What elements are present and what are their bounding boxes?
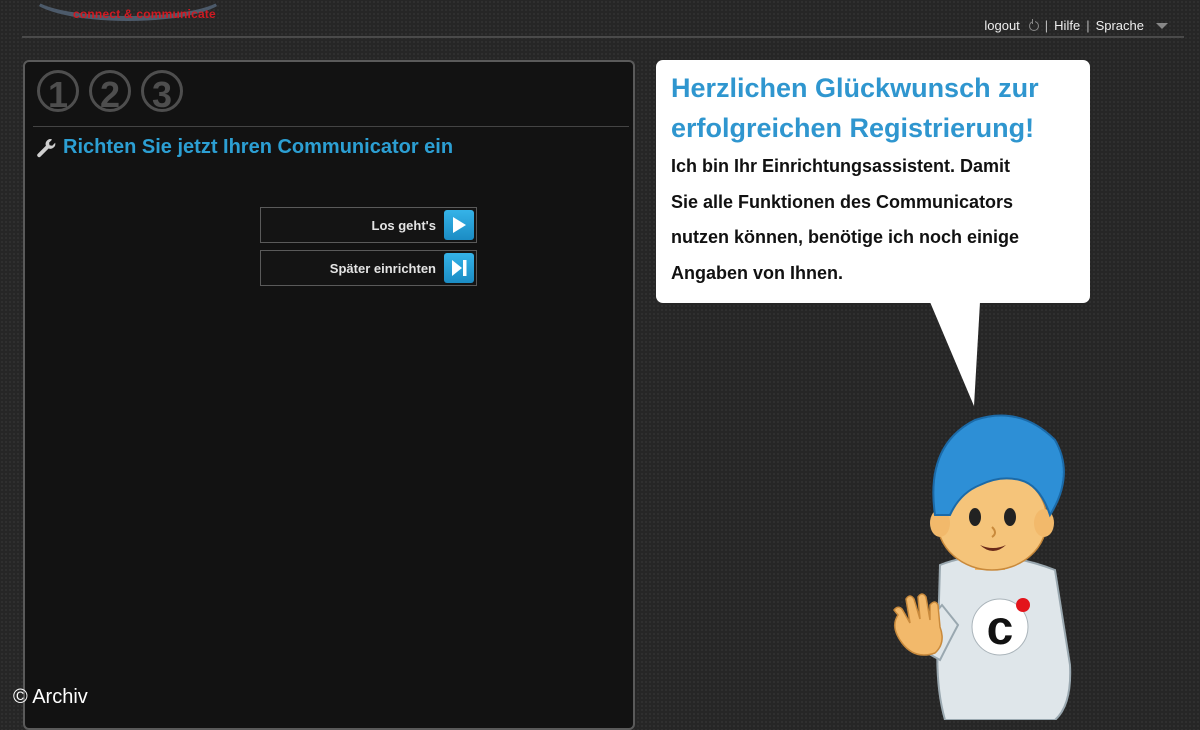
help-link[interactable]: Hilfe	[1054, 18, 1080, 33]
step-1: 1	[37, 70, 79, 115]
play-icon	[444, 210, 474, 240]
assistant-mascot: c	[893, 414, 1072, 720]
message-line: Angaben von Ihnen.	[671, 262, 844, 283]
nav-separator: |	[1044, 18, 1049, 33]
panel-title: Richten Sie jetzt Ihren Communicator ein	[63, 136, 454, 158]
top-navigation: logout | Hilfe | Sprache	[984, 18, 1168, 33]
logo-tagline: connect & communicate	[73, 7, 216, 21]
message-line: Sie alle Funktionen des Communicators	[671, 191, 1014, 212]
message-line: nutzen können, benötige ich noch einige	[671, 227, 1020, 247]
message-line: Ich bin Ihr Einrichtungsassistent. Damit	[671, 156, 1011, 176]
setup-later-label: Später einrichten	[329, 260, 436, 276]
wrench-icon	[37, 138, 56, 157]
caret-down-icon[interactable]	[1156, 22, 1168, 29]
logo: connect & communicate	[20, 0, 240, 26]
skip-forward-icon	[444, 253, 474, 283]
congratulation-heading: Herzlichen Glückwunsch zur erfolgreichen…	[671, 73, 1039, 143]
power-icon	[1028, 18, 1039, 31]
nav-separator: |	[1086, 18, 1090, 33]
panel-divider	[33, 126, 629, 127]
step-indicator: 1 2 3	[37, 70, 183, 115]
shirt-logo: c	[987, 602, 1014, 655]
setup-wizard-panel: 1 2 3 Richten Sie jetzt Ihren Communicat…	[23, 60, 635, 730]
step-3: 3	[141, 70, 183, 115]
assistant-message: Ich bin Ihr Einrichtungsassistent. Damit…	[671, 149, 1075, 291]
panel-heading: Richten Sie jetzt Ihren Communicator ein	[35, 136, 453, 159]
start-setup-button[interactable]: Los geht's	[260, 207, 477, 243]
language-link[interactable]: Sprache	[1096, 18, 1144, 33]
copyright-notice: © Archiv	[13, 686, 88, 708]
assistant-speech-bubble: Herzlichen Glückwunsch zur erfolgreichen…	[656, 60, 1090, 303]
speech-bubble-tail	[930, 302, 980, 406]
logout-link[interactable]: logout	[984, 18, 1019, 33]
start-setup-label: Los geht's	[371, 217, 437, 233]
setup-later-button[interactable]: Später einrichten	[260, 250, 477, 286]
header-divider	[22, 36, 1184, 38]
step-2: 2	[89, 70, 131, 115]
